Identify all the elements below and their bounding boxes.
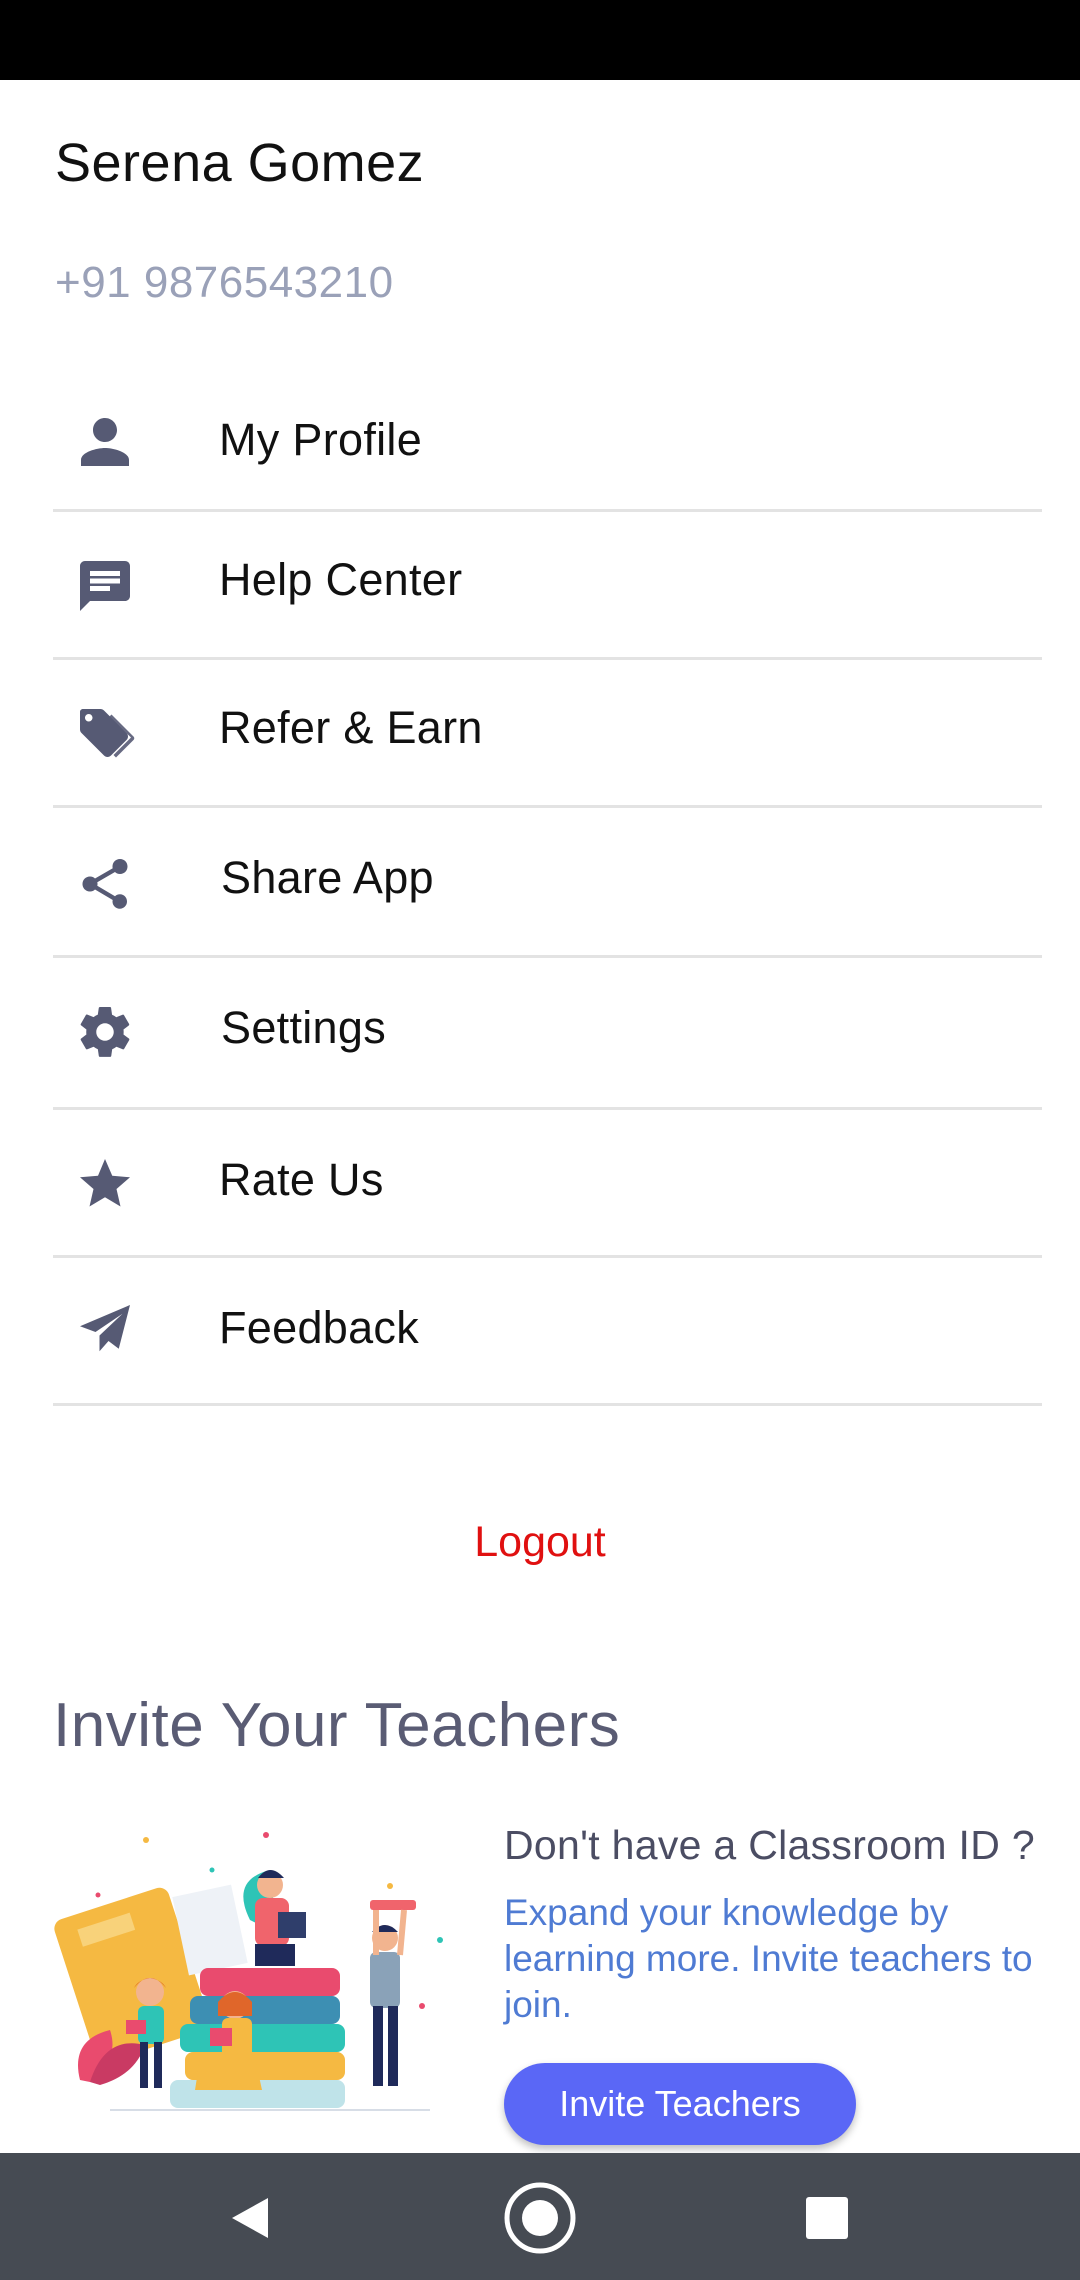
menu-item-refer-earn[interactable]: Refer & Earn bbox=[53, 660, 1042, 808]
system-nav-bar bbox=[0, 2153, 1080, 2280]
share-icon bbox=[73, 852, 137, 916]
menu-label: Settings bbox=[221, 1002, 386, 1053]
menu-item-settings[interactable]: Settings bbox=[53, 958, 1042, 1110]
classroom-id-title: Don't have a Classroom ID ? bbox=[504, 1822, 1035, 1868]
menu-label: Refer & Earn bbox=[219, 702, 483, 753]
teachers-illustration bbox=[54, 1832, 443, 2111]
divider bbox=[53, 1403, 1042, 1406]
tag-icon bbox=[73, 702, 137, 766]
invite-heading: Invite Your Teachers bbox=[53, 1691, 621, 1760]
home-icon[interactable] bbox=[500, 2178, 580, 2258]
invite-description: Expand your knowledge by learning more. … bbox=[504, 1892, 1033, 2025]
invite-teachers-button[interactable]: Invite Teachers bbox=[504, 2063, 856, 2145]
menu-item-feedback[interactable]: Feedback bbox=[53, 1258, 1042, 1406]
recents-icon[interactable] bbox=[787, 2178, 867, 2258]
menu-label: Feedback bbox=[219, 1302, 420, 1353]
status-bar bbox=[0, 0, 1080, 80]
menu-label: Rate Us bbox=[219, 1154, 384, 1205]
menu-label: Share App bbox=[221, 852, 434, 903]
back-icon[interactable] bbox=[210, 2178, 290, 2258]
user-phone: +91 9876543210 bbox=[55, 258, 394, 307]
person-icon bbox=[73, 410, 137, 474]
menu-label: Help Center bbox=[219, 554, 463, 605]
logout-button[interactable]: Logout bbox=[0, 1518, 1080, 1567]
menu-item-help-center[interactable]: Help Center bbox=[53, 512, 1042, 660]
star-icon bbox=[73, 1152, 137, 1216]
paper-plane-icon bbox=[73, 1298, 137, 1362]
user-name: Serena Gomez bbox=[55, 133, 425, 193]
menu-item-my-profile[interactable]: My Profile bbox=[53, 370, 1042, 512]
gear-icon bbox=[73, 1000, 137, 1064]
menu-item-rate-us[interactable]: Rate Us bbox=[53, 1110, 1042, 1258]
chat-icon bbox=[73, 554, 137, 618]
menu-label: My Profile bbox=[219, 414, 423, 465]
menu-item-share-app[interactable]: Share App bbox=[53, 808, 1042, 958]
